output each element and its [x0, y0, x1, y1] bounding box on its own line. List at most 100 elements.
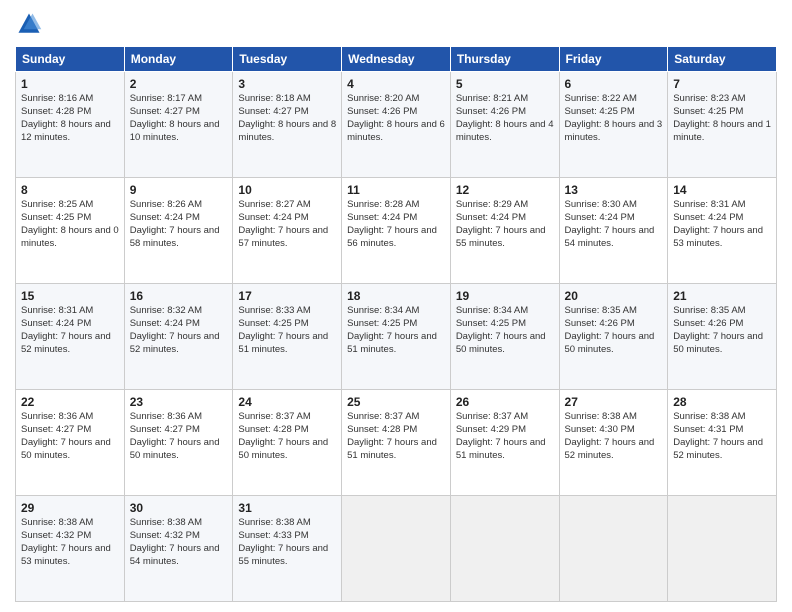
- day-cell: 19Sunrise: 8:34 AMSunset: 4:25 PMDayligh…: [450, 284, 559, 390]
- weekday-saturday: Saturday: [668, 47, 777, 72]
- sunset-label: Sunset: 4:25 PM: [456, 318, 526, 329]
- daylight-label: Daylight: 7 hours and 53 minutes.: [673, 225, 763, 249]
- sunset-label: Sunset: 4:25 PM: [21, 212, 91, 223]
- sunset-label: Sunset: 4:32 PM: [21, 530, 91, 541]
- daylight-label: Daylight: 7 hours and 51 minutes.: [238, 331, 328, 355]
- daylight-label: Daylight: 7 hours and 50 minutes.: [238, 437, 328, 461]
- sunset-label: Sunset: 4:24 PM: [347, 212, 417, 223]
- day-cell: 25Sunrise: 8:37 AMSunset: 4:28 PMDayligh…: [342, 390, 451, 496]
- daylight-label: Daylight: 7 hours and 53 minutes.: [21, 543, 111, 567]
- daylight-label: Daylight: 7 hours and 50 minutes.: [565, 331, 655, 355]
- daylight-label: Daylight: 7 hours and 55 minutes.: [238, 543, 328, 567]
- sunrise-label: Sunrise: 8:22 AM: [565, 93, 637, 104]
- daylight-label: Daylight: 8 hours and 4 minutes.: [456, 119, 554, 143]
- sunrise-label: Sunrise: 8:35 AM: [673, 305, 745, 316]
- day-number: 31: [238, 500, 336, 516]
- sunrise-label: Sunrise: 8:31 AM: [673, 199, 745, 210]
- week-row-2: 8Sunrise: 8:25 AMSunset: 4:25 PMDaylight…: [16, 178, 777, 284]
- weekday-header-row: SundayMondayTuesdayWednesdayThursdayFrid…: [16, 47, 777, 72]
- sunrise-label: Sunrise: 8:35 AM: [565, 305, 637, 316]
- header: [15, 10, 777, 38]
- day-cell: 28Sunrise: 8:38 AMSunset: 4:31 PMDayligh…: [668, 390, 777, 496]
- day-number: 25: [347, 394, 445, 410]
- day-cell: 5Sunrise: 8:21 AMSunset: 4:26 PMDaylight…: [450, 72, 559, 178]
- day-cell: [342, 496, 451, 602]
- sunset-label: Sunset: 4:25 PM: [673, 106, 743, 117]
- sunrise-label: Sunrise: 8:36 AM: [130, 411, 202, 422]
- sunset-label: Sunset: 4:28 PM: [238, 424, 308, 435]
- sunrise-label: Sunrise: 8:28 AM: [347, 199, 419, 210]
- day-number: 5: [456, 76, 554, 92]
- day-cell: 3Sunrise: 8:18 AMSunset: 4:27 PMDaylight…: [233, 72, 342, 178]
- sunrise-label: Sunrise: 8:38 AM: [238, 517, 310, 528]
- sunset-label: Sunset: 4:30 PM: [565, 424, 635, 435]
- sunset-label: Sunset: 4:28 PM: [21, 106, 91, 117]
- sunset-label: Sunset: 4:24 PM: [456, 212, 526, 223]
- day-cell: 1Sunrise: 8:16 AMSunset: 4:28 PMDaylight…: [16, 72, 125, 178]
- sunrise-label: Sunrise: 8:25 AM: [21, 199, 93, 210]
- day-number: 24: [238, 394, 336, 410]
- logo: [15, 10, 47, 38]
- daylight-label: Daylight: 7 hours and 52 minutes.: [21, 331, 111, 355]
- sunset-label: Sunset: 4:32 PM: [130, 530, 200, 541]
- day-cell: 29Sunrise: 8:38 AM Sunset: 4:32 PM Dayligh…: [16, 496, 125, 602]
- sunrise-label: Sunrise: 8:38 AM: [673, 411, 745, 422]
- day-cell: 21Sunrise: 8:35 AMSunset: 4:26 PMDayligh…: [668, 284, 777, 390]
- sunset-label: Sunset: 4:26 PM: [673, 318, 743, 329]
- day-cell: 30Sunrise: 8:38 AMSunset: 4:32 PMDayligh…: [124, 496, 233, 602]
- week-row-4: 22Sunrise: 8:36 AMSunset: 4:27 PMDayligh…: [16, 390, 777, 496]
- day-cell: 23Sunrise: 8:36 AMSunset: 4:27 PMDayligh…: [124, 390, 233, 496]
- day-number: 2: [130, 76, 228, 92]
- daylight-label: Daylight: 8 hours and 3 minutes.: [565, 119, 663, 143]
- sunset-label: Sunset: 4:26 PM: [456, 106, 526, 117]
- sunrise-label: Sunrise: 8:38 AM: [21, 517, 93, 528]
- day-number: 26: [456, 394, 554, 410]
- day-number: 15: [21, 288, 119, 304]
- sunrise-label: Sunrise: 8:27 AM: [238, 199, 310, 210]
- day-cell: [559, 496, 668, 602]
- day-number: 4: [347, 76, 445, 92]
- daylight-label: Daylight: 7 hours and 50 minutes.: [21, 437, 111, 461]
- sunset-label: Sunset: 4:28 PM: [347, 424, 417, 435]
- day-number: 18: [347, 288, 445, 304]
- day-cell: 12Sunrise: 8:29 AMSunset: 4:24 PMDayligh…: [450, 178, 559, 284]
- sunrise-label: Sunrise: 8:18 AM: [238, 93, 310, 104]
- sunset-label: Sunset: 4:24 PM: [130, 318, 200, 329]
- day-number: 23: [130, 394, 228, 410]
- day-number: 6: [565, 76, 663, 92]
- day-cell: 8Sunrise: 8:25 AMSunset: 4:25 PMDaylight…: [16, 178, 125, 284]
- day-cell: 10Sunrise: 8:27 AMSunset: 4:24 PMDayligh…: [233, 178, 342, 284]
- day-number: 13: [565, 182, 663, 198]
- sunset-label: Sunset: 4:27 PM: [130, 106, 200, 117]
- day-cell: 16Sunrise: 8:32 AMSunset: 4:24 PMDayligh…: [124, 284, 233, 390]
- day-number: 10: [238, 182, 336, 198]
- day-number: 9: [130, 182, 228, 198]
- week-row-1: 1Sunrise: 8:16 AMSunset: 4:28 PMDaylight…: [16, 72, 777, 178]
- calendar-table: SundayMondayTuesdayWednesdayThursdayFrid…: [15, 46, 777, 602]
- day-number: 28: [673, 394, 771, 410]
- day-number: 20: [565, 288, 663, 304]
- day-number: 27: [565, 394, 663, 410]
- day-cell: 9Sunrise: 8:26 AMSunset: 4:24 PMDaylight…: [124, 178, 233, 284]
- sunset-label: Sunset: 4:25 PM: [347, 318, 417, 329]
- daylight-label: Daylight: 7 hours and 51 minutes.: [347, 331, 437, 355]
- daylight-label: Daylight: 7 hours and 54 minutes.: [130, 543, 220, 567]
- day-cell: 15Sunrise: 8:31 AMSunset: 4:24 PMDayligh…: [16, 284, 125, 390]
- week-row-3: 15Sunrise: 8:31 AMSunset: 4:24 PMDayligh…: [16, 284, 777, 390]
- day-cell: 20Sunrise: 8:35 AM Sunset: 4:26 PM Dayligh…: [559, 284, 668, 390]
- sunrise-label: Sunrise: 8:37 AM: [347, 411, 419, 422]
- day-cell: 24Sunrise: 8:37 AMSunset: 4:28 PMDayligh…: [233, 390, 342, 496]
- sunset-label: Sunset: 4:31 PM: [673, 424, 743, 435]
- day-number: 29: [21, 500, 119, 516]
- sunrise-label: Sunrise: 8:30 AM: [565, 199, 637, 210]
- daylight-label: Daylight: 7 hours and 56 minutes.: [347, 225, 437, 249]
- page: SundayMondayTuesdayWednesdayThursdayFrid…: [0, 0, 792, 612]
- day-cell: 2Sunrise: 8:17 AMSunset: 4:27 PMDaylight…: [124, 72, 233, 178]
- day-cell: 31Sunrise: 8:38 AMSunset: 4:33 PMDayligh…: [233, 496, 342, 602]
- daylight-label: Daylight: 8 hours and 0 minutes.: [21, 225, 119, 249]
- daylight-label: Daylight: 7 hours and 50 minutes.: [456, 331, 546, 355]
- sunset-label: Sunset: 4:26 PM: [565, 318, 635, 329]
- day-number: 17: [238, 288, 336, 304]
- weekday-sunday: Sunday: [16, 47, 125, 72]
- sunrise-label: Sunrise: 8:16 AM: [21, 93, 93, 104]
